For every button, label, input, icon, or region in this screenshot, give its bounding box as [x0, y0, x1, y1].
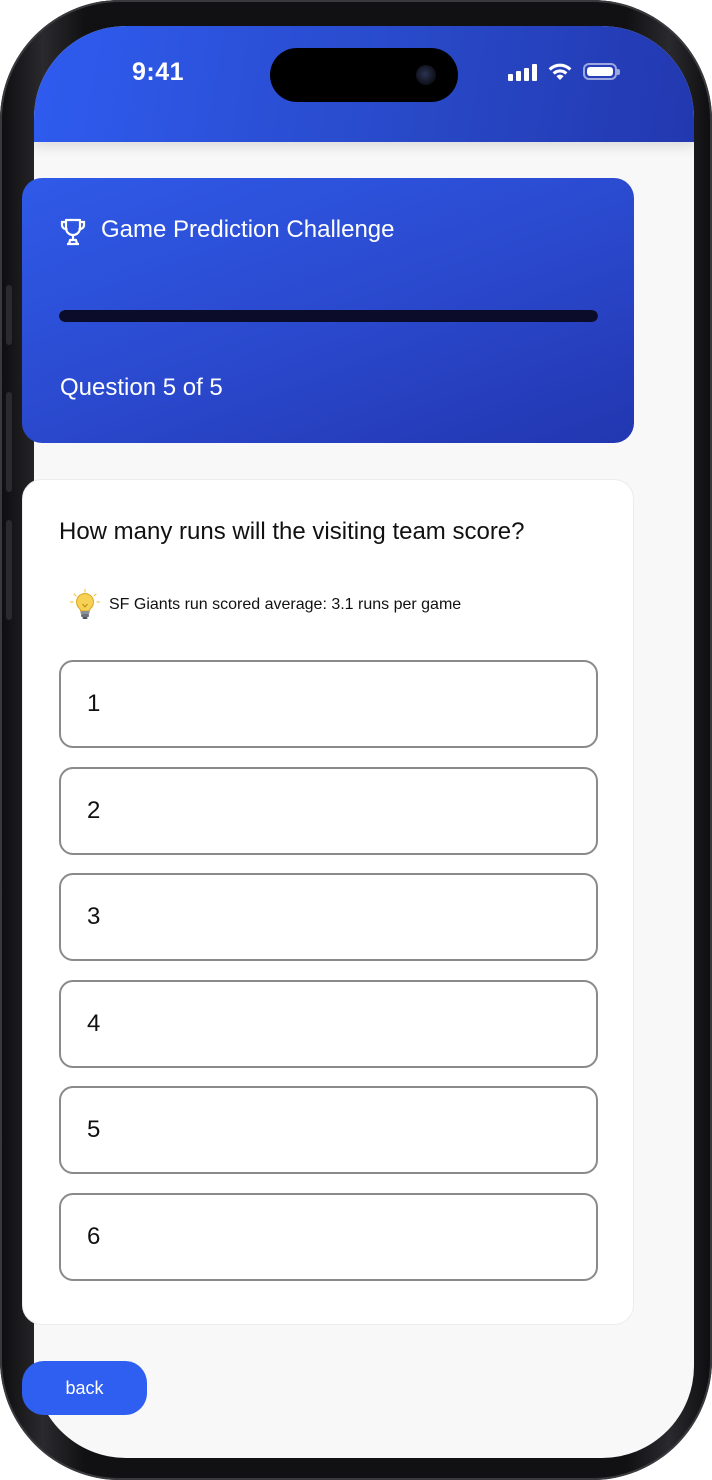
progress-bar-fill [59, 310, 598, 322]
dynamic-island [270, 48, 458, 102]
status-icons [508, 62, 620, 81]
answer-option-4[interactable]: 4 [59, 979, 598, 1068]
action-button [6, 285, 12, 345]
status-bar: 9:41 [34, 26, 694, 142]
volume-up-button [6, 392, 12, 492]
question-text: How many runs will the visiting team sco… [59, 518, 525, 545]
front-camera-icon [416, 65, 436, 85]
lightbulb-icon [70, 589, 100, 619]
back-button[interactable]: back [22, 1361, 147, 1415]
question-counter: Question 5 of 5 [60, 374, 223, 401]
wifi-icon [548, 63, 572, 80]
status-time: 9:41 [132, 58, 185, 86]
volume-down-button [6, 520, 12, 620]
answer-option-3[interactable]: 3 [59, 873, 598, 962]
answer-option-1[interactable]: 1 [59, 660, 598, 748]
trophy-icon [60, 218, 86, 246]
answer-option-5[interactable]: 5 [59, 1086, 598, 1175]
challenge-title: Game Prediction Challenge [101, 216, 395, 243]
answer-option-6[interactable]: 6 [59, 1192, 598, 1281]
cellular-signal-icon [508, 63, 537, 81]
hint-text: SF Giants run scored average: 3.1 runs p… [109, 596, 462, 613]
answer-options: 1 2 3 4 5 6 [59, 660, 598, 1300]
progress-bar [59, 310, 598, 322]
battery-icon [583, 63, 620, 80]
answer-option-2[interactable]: 2 [59, 766, 598, 855]
